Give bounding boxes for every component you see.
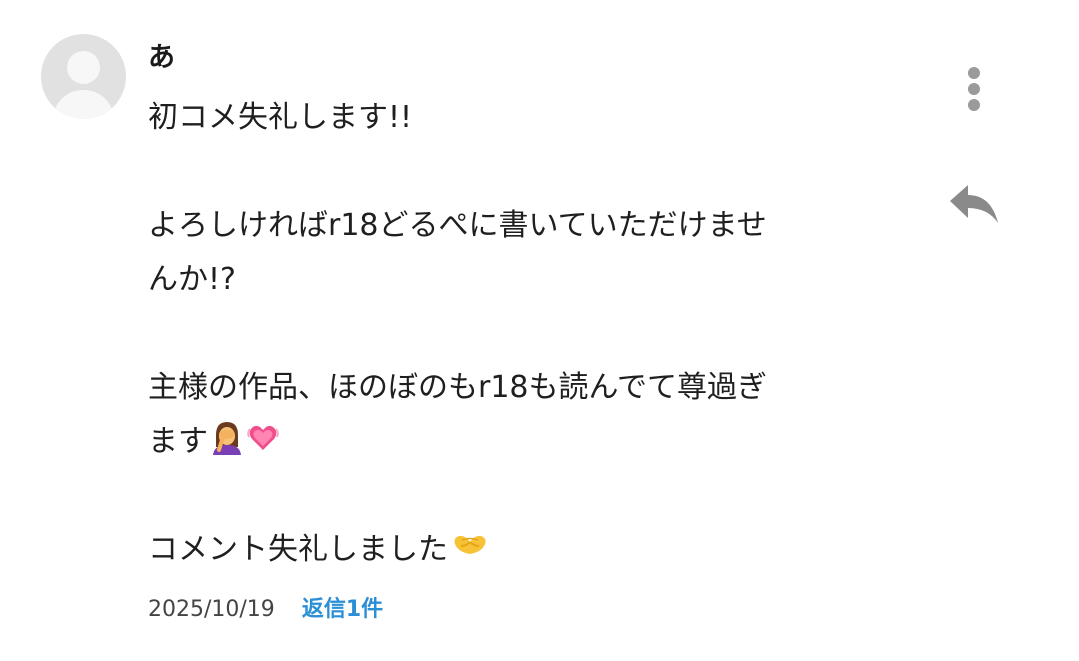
comment-line-with-emoji: コメント失礼しました <box>148 523 908 577</box>
avatar-head <box>67 51 100 84</box>
avatar-body <box>53 90 114 119</box>
comment-line: んか!? <box>148 262 236 297</box>
more-dot <box>968 83 980 95</box>
comment-line: よろしければr18どるぺに書いていただけませ <box>148 208 767 243</box>
heart-hands-emoji <box>450 527 486 563</box>
more-vertical-icon[interactable] <box>953 63 995 115</box>
comment-line-text: ます <box>148 424 208 459</box>
beating-heart-emoji <box>246 419 280 455</box>
comment-line: 初コメ失礼します!! <box>148 100 413 135</box>
default-avatar-icon[interactable] <box>41 34 126 119</box>
comment-text: 初コメ失礼します!! よろしければr18どるぺに書いていただけませ んか!? 主… <box>148 91 908 577</box>
comment-screen: あ 初コメ失礼します!! よろしければr18どるぺに書いていただけませ んか!?… <box>0 0 1079 661</box>
view-replies-link[interactable]: 返信1件 <box>302 597 383 622</box>
more-dot <box>968 67 980 79</box>
woman-facepalming-emoji <box>210 419 244 455</box>
comment-line-with-emoji: ます <box>148 415 908 469</box>
comment-line-text: コメント失礼しました <box>148 532 448 567</box>
comment-line: 主様の作品、ほのぼのもr18も読んでて尊過ぎ <box>148 370 768 405</box>
comment-footer: 2025/10/19 返信1件 <box>148 594 383 626</box>
more-dot <box>968 99 980 111</box>
reply-arrow-icon[interactable] <box>944 178 1004 228</box>
comment-date: 2025/10/19 <box>148 597 275 622</box>
comment-author[interactable]: あ <box>148 40 175 76</box>
